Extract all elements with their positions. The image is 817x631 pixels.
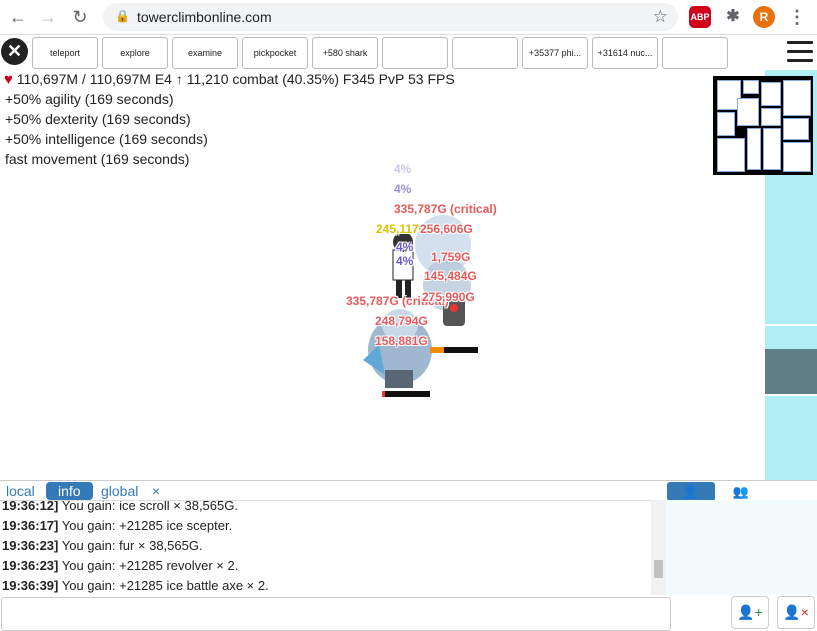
list-item: 19:36:12] You gain: ice scroll × 38,565G… <box>2 500 238 513</box>
browser-toolbar: ← → ↻ 🔒 towerclimbonline.com ☆ ABP ✱ R ⋮ <box>0 0 817 35</box>
empty-slot-button[interactable] <box>452 37 518 69</box>
add-friend-button[interactable]: 👤+ <box>731 596 769 629</box>
enemy-health-bar <box>430 347 478 353</box>
list-item: 19:36:39] You gain: +21285 ice battle ax… <box>2 578 269 593</box>
buff-dexterity: +50% dexterity (169 seconds) <box>5 111 191 127</box>
lock-icon: 🔒 <box>115 9 130 23</box>
buff-fast-movement: fast movement (169 seconds) <box>5 151 190 167</box>
scroll-handle[interactable] <box>765 349 817 394</box>
minimap[interactable] <box>713 76 813 175</box>
tab-global[interactable]: global <box>101 482 138 500</box>
chat-input[interactable] <box>1 597 671 631</box>
adblock-extension-icon[interactable]: ABP <box>689 6 711 28</box>
bookmark-star-icon[interactable]: ☆ <box>653 7 668 27</box>
damage-text: 158,881G <box>375 334 428 348</box>
back-icon[interactable]: ← <box>6 5 30 29</box>
damage-text: 1,759G <box>431 250 471 264</box>
forward-icon[interactable]: → <box>36 5 60 29</box>
close-icon[interactable]: ✕ <box>1 38 28 65</box>
heart-icon: ♥ <box>4 71 13 88</box>
hamburger-menu-icon[interactable] <box>787 41 813 63</box>
reload-icon[interactable]: ↻ <box>68 5 92 29</box>
chat-scrollbar[interactable] <box>651 500 666 595</box>
tab-info[interactable]: info <box>46 482 93 500</box>
close-tab-icon[interactable]: × <box>152 482 160 500</box>
chat-log: 19:36:12] You gain: ice scroll × 38,565G… <box>0 500 666 596</box>
pickpocket-button[interactable]: pickpocket <box>242 37 308 69</box>
explore-button[interactable]: explore <box>102 37 168 69</box>
panel-divider <box>765 394 817 396</box>
damage-text: 335,787G (critical) <box>394 202 497 216</box>
list-item: 19:36:23] You gain: fur × 38,565G. <box>2 538 203 553</box>
nuc-slot-button[interactable]: +31614 nuc... <box>592 37 658 69</box>
panel-divider <box>765 324 817 326</box>
damage-text: 4% <box>396 240 414 254</box>
extensions-puzzle-icon[interactable]: ✱ <box>722 6 744 28</box>
teleport-button[interactable]: teleport <box>32 37 98 69</box>
damage-text: 4% <box>394 182 412 196</box>
profile-avatar[interactable]: R <box>753 6 775 28</box>
group-icon[interactable]: 👥 <box>722 482 760 501</box>
remove-friend-button[interactable]: 👤× <box>777 596 815 629</box>
url-text[interactable]: towerclimbonline.com <box>137 9 272 25</box>
player-status: ♥ 110,697M / 110,697M E4 ↑ 11,210 combat… <box>4 71 455 88</box>
damage-text: 248,794G <box>375 314 428 328</box>
action-bar: ✕ teleport explore examine pickpocket +5… <box>0 35 817 70</box>
address-bar[interactable]: 🔒 towerclimbonline.com ☆ <box>103 3 678 31</box>
phi-slot-button[interactable]: +35377 phi... <box>522 37 588 69</box>
scroll-thumb[interactable] <box>654 560 663 578</box>
browser-menu-icon[interactable]: ⋮ <box>786 6 808 28</box>
damage-text: 256,606G <box>420 222 473 236</box>
damage-text: 275,990G <box>422 290 475 304</box>
empty-slot-button[interactable] <box>382 37 448 69</box>
damage-text: 4% <box>394 162 412 176</box>
buff-intelligence: +50% intelligence (169 seconds) <box>5 131 208 147</box>
shark-slot-button[interactable]: +580 shark <box>312 37 378 69</box>
damage-text: 4% <box>396 254 414 268</box>
buff-agility: +50% agility (169 seconds) <box>5 91 174 107</box>
status-text: 110,697M / 110,697M E4 ↑ 11,210 combat (… <box>16 71 455 87</box>
tab-local[interactable]: local <box>6 482 35 500</box>
examine-button[interactable]: examine <box>172 37 238 69</box>
user-list-panel <box>666 500 817 595</box>
list-item: 19:36:23] You gain: +21285 revolver × 2. <box>2 558 239 573</box>
list-item: 19:36:17] You gain: +21285 ice scepter. <box>2 518 233 533</box>
empty-slot-button[interactable] <box>662 37 728 69</box>
user-icon[interactable]: 👤 <box>667 482 715 501</box>
damage-text: 145,484G <box>424 269 477 283</box>
enemy-health-bar <box>382 391 430 397</box>
